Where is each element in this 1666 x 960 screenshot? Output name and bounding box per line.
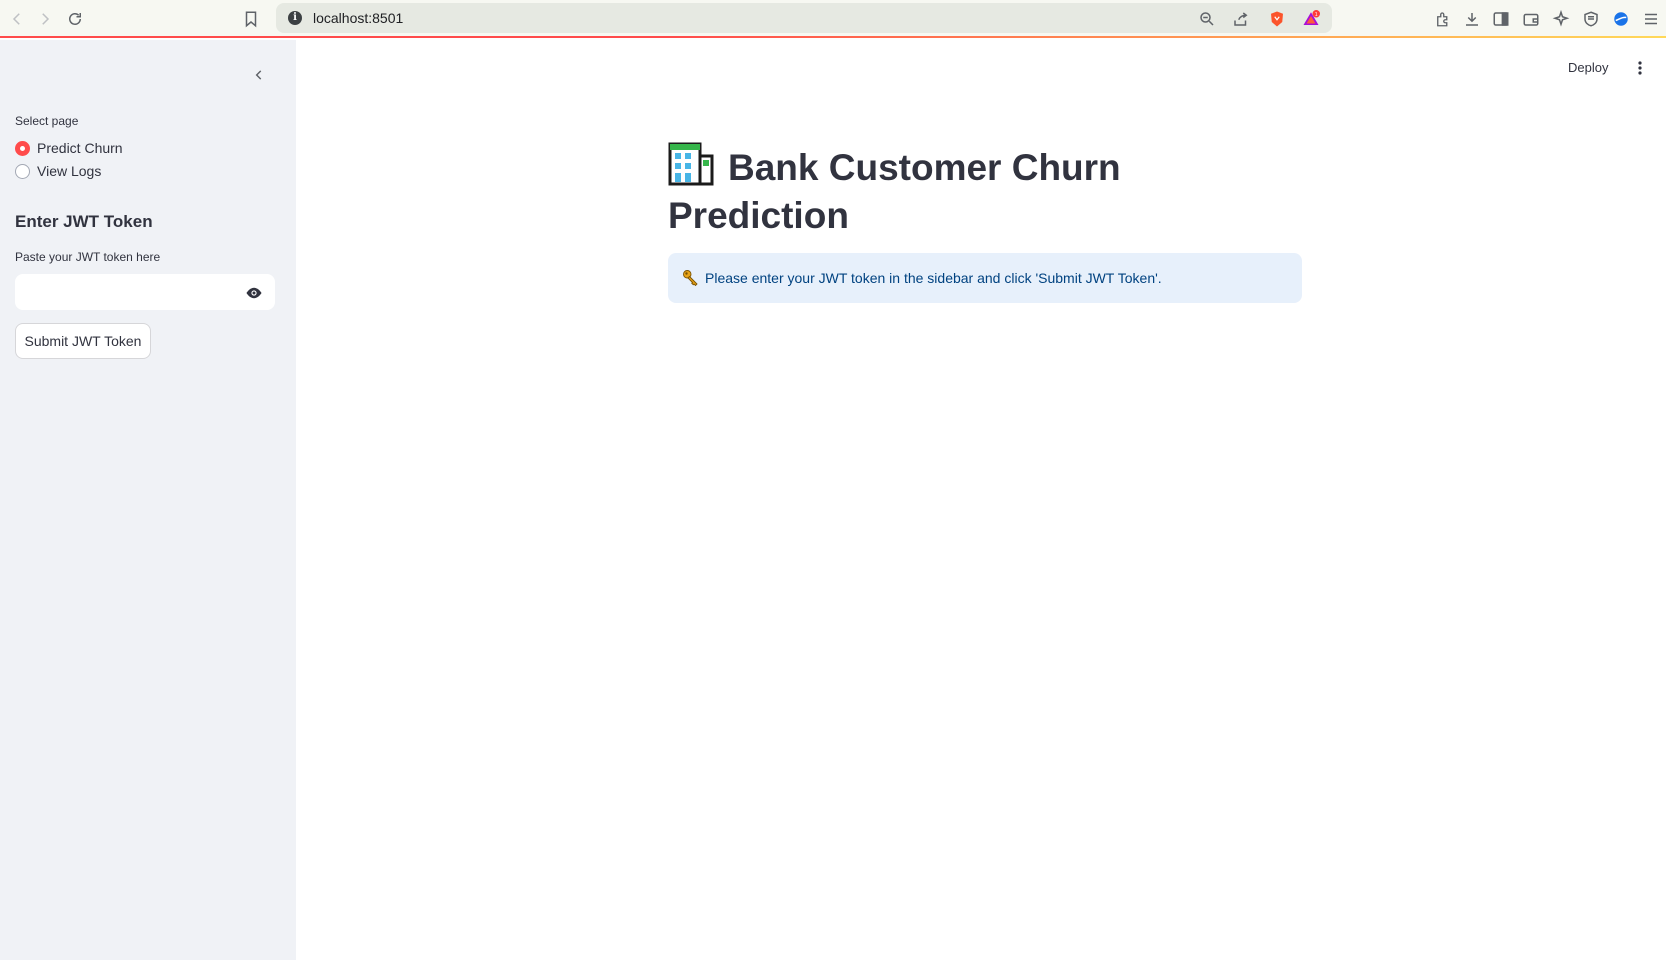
wallet-icon[interactable]: [1520, 8, 1542, 30]
zoom-icon[interactable]: [1196, 8, 1218, 30]
bookmark-icon[interactable]: [238, 6, 264, 32]
download-icon[interactable]: [1461, 8, 1483, 30]
radio-unselected-icon[interactable]: [15, 163, 30, 179]
deploy-button[interactable]: Deploy: [1568, 60, 1608, 75]
page-title-text: Bank Customer Churn Prediction: [668, 147, 1121, 236]
radio-predict-churn[interactable]: Predict Churn: [15, 138, 123, 158]
vpn-shield-icon[interactable]: [1580, 8, 1602, 30]
brave-shield-icon[interactable]: [1266, 8, 1288, 30]
page-select-label: Select page: [15, 114, 79, 128]
submit-jwt-button[interactable]: Submit JWT Token: [15, 323, 151, 359]
show-password-icon[interactable]: [244, 283, 264, 303]
extensions-icon[interactable]: [1432, 8, 1454, 30]
key-icon: [683, 270, 698, 287]
radio-view-logs[interactable]: View Logs: [15, 161, 101, 181]
leo-ai-icon[interactable]: [1550, 8, 1572, 30]
sidebar: Select page Predict Churn View Logs Ente…: [0, 40, 296, 960]
url-text[interactable]: localhost:8501: [313, 10, 403, 26]
share-icon[interactable]: [1230, 8, 1252, 30]
reload-icon[interactable]: [62, 6, 88, 32]
more-options-icon[interactable]: [1630, 58, 1650, 78]
profile-avatar-icon[interactable]: [1610, 8, 1632, 30]
jwt-heading: Enter JWT Token: [15, 212, 153, 231]
browser-toolbar: i localhost:8501 1: [0, 0, 1666, 38]
sidebar-toggle-icon[interactable]: [1490, 8, 1512, 30]
jwt-token-input[interactable]: [16, 275, 226, 309]
site-info-icon[interactable]: i: [288, 11, 302, 25]
rewards-badge-count: 1: [1315, 12, 1318, 18]
info-alert: Please enter your JWT token in the sideb…: [668, 253, 1302, 303]
back-icon[interactable]: [4, 6, 30, 32]
office-building-icon: [668, 142, 714, 186]
info-message: Please enter your JWT token in the sideb…: [705, 270, 1162, 286]
forward-icon[interactable]: [32, 6, 58, 32]
brave-rewards-icon[interactable]: 1: [1300, 8, 1322, 30]
menu-icon[interactable]: [1640, 8, 1662, 30]
address-bar[interactable]: i localhost:8501 1: [276, 3, 1332, 33]
radio-label-view-logs: View Logs: [37, 163, 102, 179]
radio-selected-icon[interactable]: [15, 140, 30, 156]
jwt-token-field[interactable]: [15, 274, 275, 310]
collapse-sidebar-icon[interactable]: [248, 64, 270, 86]
jwt-input-label: Paste your JWT token here: [15, 250, 161, 264]
page-title: Bank Customer Churn Prediction: [668, 142, 1308, 240]
radio-label-predict-churn: Predict Churn: [37, 140, 123, 156]
